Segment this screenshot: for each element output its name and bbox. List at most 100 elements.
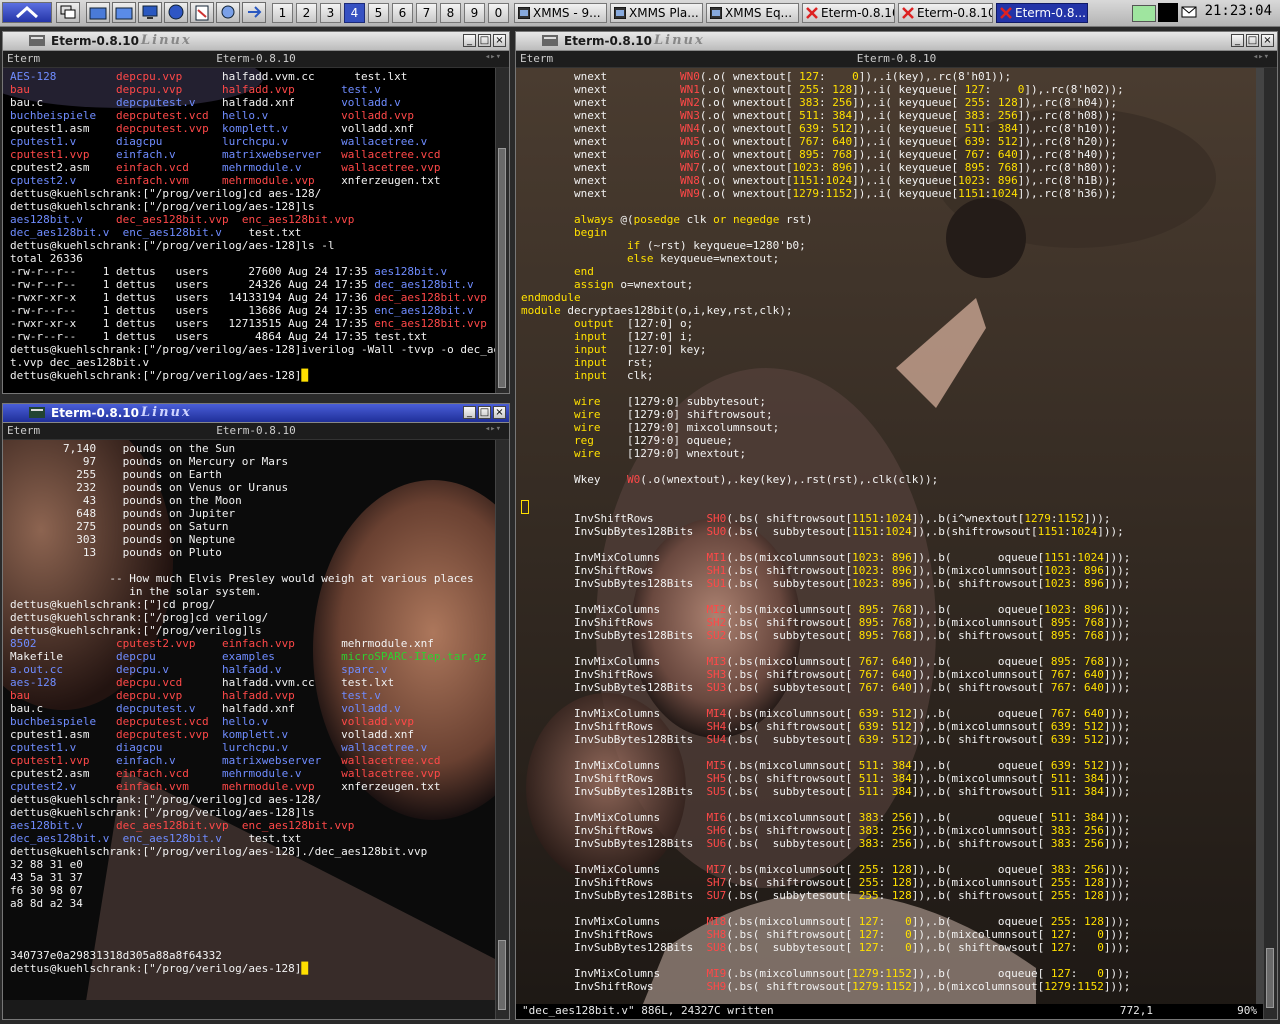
close-button[interactable]: ×	[493, 34, 506, 47]
launcher-browser-button[interactable]	[164, 2, 188, 23]
terminal-text: a8 8d a2 34	[10, 897, 83, 910]
terminal-text: 511	[858, 785, 879, 798]
vim-editor-area[interactable]: wnext WN0(.o( wnextout[ 127: 0]),.i(key)…	[516, 68, 1263, 1019]
terminal-text: WN2	[679, 96, 700, 109]
terminal-text: cputest2.v	[10, 174, 77, 187]
workspace-6-button[interactable]: 6	[392, 3, 413, 23]
taskbar-item[interactable]: Eterm-0.8.10	[802, 3, 895, 23]
scroll-thumb[interactable]	[1266, 948, 1274, 1008]
minimize-button[interactable]: _	[463, 34, 476, 47]
terminal-text: 43 pounds on the Moon	[10, 494, 242, 507]
terminal-text: ]));	[1103, 824, 1131, 837]
eterm-window-bottom-left[interactable]: Eterm-0.8.10 Linux _ □ × Eterm Eterm-0.8.1…	[2, 403, 510, 1020]
window-menu-icon[interactable]	[542, 35, 558, 46]
window-menu-icon[interactable]	[29, 35, 45, 46]
terminal-text: AES-128	[10, 70, 57, 83]
window-menu-icon[interactable]	[29, 407, 45, 418]
close-button[interactable]: ×	[493, 406, 506, 419]
terminal-text: aes-128	[10, 676, 57, 689]
mail-icon[interactable]	[1181, 6, 1197, 19]
taskbar-item[interactable]: Eterm-0.8...	[996, 3, 1088, 23]
terminal-text: WN9	[679, 187, 700, 200]
terminal-text: ]),.i(key),.rc(8'h01));	[858, 70, 1012, 83]
launcher-network-button[interactable]	[216, 2, 240, 23]
title-bar[interactable]: Eterm-0.8.10 Linux _ □ ×	[3, 32, 509, 51]
maximize-button[interactable]: □	[1246, 34, 1259, 47]
scroll-thumb[interactable]	[498, 148, 506, 388]
minimize-button[interactable]: _	[1231, 34, 1244, 47]
terminal-text: 639	[858, 720, 879, 733]
scroll-thumb[interactable]	[498, 940, 506, 1010]
minimize-button[interactable]: _	[463, 406, 476, 419]
terminal-text: wire	[573, 447, 601, 460]
terminal-text: volladd.xnf	[341, 122, 415, 135]
terminal-text: ]),.i( keyqueue[	[852, 174, 959, 187]
terminal-text: or	[713, 213, 727, 226]
title-bar[interactable]: Eterm-0.8.10 Linux _ □ ×	[516, 32, 1277, 51]
terminal-text: test.txt	[248, 832, 302, 845]
terminal-text: depcpu.vvp	[115, 689, 183, 702]
terminal-text: clk	[679, 213, 714, 226]
start-menu-button[interactable]	[2, 2, 52, 23]
workspace-1-button[interactable]: 1	[272, 3, 293, 23]
terminal-text: (.o( wnextout[	[699, 135, 800, 148]
eterm-window-right[interactable]: Eterm-0.8.10 Linux _ □ × Eterm Eterm-0.8.1…	[515, 31, 1278, 1020]
window-list-button[interactable]	[56, 2, 80, 23]
launcher-tool-button[interactable]	[242, 2, 266, 23]
terminal-text: dettus@kuehlschrank:["/prog/verilog]cd a…	[10, 187, 322, 200]
taskbar-item[interactable]: XMMS - 9...	[514, 3, 607, 23]
launcher-folder2-button[interactable]	[112, 2, 136, 23]
terminal-text: InvMixColumns	[521, 811, 707, 824]
terminal-line: cputest2.v einfach.vvm mehrmodule.vvp xn…	[10, 174, 495, 187]
workspace-2-button[interactable]: 2	[296, 3, 317, 23]
workspace-4-button[interactable]: 4	[344, 3, 365, 23]
terminal-text: buchbeispiele	[10, 715, 97, 728]
terminal-text: ]));	[1103, 629, 1131, 642]
terminal-text: █	[301, 369, 309, 382]
taskbar-item[interactable]: XMMS Eq...	[706, 3, 799, 23]
scrollbar[interactable]	[495, 68, 509, 393]
terminal-line: InvShiftRows SH3(.bs( shiftrowsout[ 767:…	[521, 668, 1263, 681]
workspace-5-button[interactable]: 5	[368, 3, 389, 23]
launcher-editor-button[interactable]	[190, 2, 214, 23]
launcher-desktop-button[interactable]	[138, 2, 162, 23]
workspace-7-button[interactable]: 7	[416, 3, 437, 23]
terminal-line: dettus@kuehlschrank:["/prog/verilog]cd a…	[10, 187, 495, 200]
terminal-text: :	[878, 551, 892, 564]
launcher-folder-button[interactable]	[86, 2, 110, 23]
terminal-text: InvShiftRows	[521, 512, 707, 525]
terminal-text: 128	[891, 876, 912, 889]
workspace-0-button[interactable]: 0	[488, 3, 509, 23]
terminal-text: 895	[1050, 616, 1071, 629]
scrollbar[interactable]	[495, 440, 509, 1019]
workspace-8-button[interactable]: 8	[440, 3, 461, 23]
title-bar[interactable]: Eterm-0.8.10 Linux _ □ ×	[3, 404, 509, 423]
terminal-text: :	[878, 564, 892, 577]
taskbar-item[interactable]: Eterm-0.8.10	[898, 3, 993, 23]
workspace-9-button[interactable]: 9	[464, 3, 485, 23]
terminal-text: bau.c	[10, 96, 44, 109]
terminal-line: 7,140 pounds on the Sun	[10, 442, 495, 455]
terminal-line: InvShiftRows SH4(.bs( shiftrowsout[ 639:…	[521, 720, 1263, 733]
terminal-area[interactable]: AES-128 depcpu.vvp halfadd.vvm.cc test.l…	[3, 68, 495, 393]
terminal-text: 640	[1083, 707, 1104, 720]
workspace-3-button[interactable]: 3	[320, 3, 341, 23]
terminal-text: ]),.i( keyqueue[	[852, 135, 965, 148]
terminal-text: MI3	[706, 655, 727, 668]
eterm-window-top-left[interactable]: Eterm-0.8.10 Linux _ □ × Eterm Eterm-0.8.1…	[2, 31, 510, 394]
terminal-text: 8502	[10, 637, 37, 650]
scrollbar[interactable]	[1263, 68, 1277, 1019]
notepad-icon	[195, 5, 209, 21]
terminal-text: 768	[832, 148, 853, 161]
close-button[interactable]: ×	[1261, 34, 1274, 47]
x-icon	[806, 7, 818, 19]
maximize-button[interactable]: □	[478, 406, 491, 419]
terminal-text: :	[878, 876, 892, 889]
maximize-button[interactable]: □	[478, 34, 491, 47]
taskbar-item[interactable]: XMMS Pla...	[610, 3, 703, 23]
terminal-area[interactable]: 7,140 pounds on the Sun 97 pounds on Mer…	[3, 440, 495, 1019]
